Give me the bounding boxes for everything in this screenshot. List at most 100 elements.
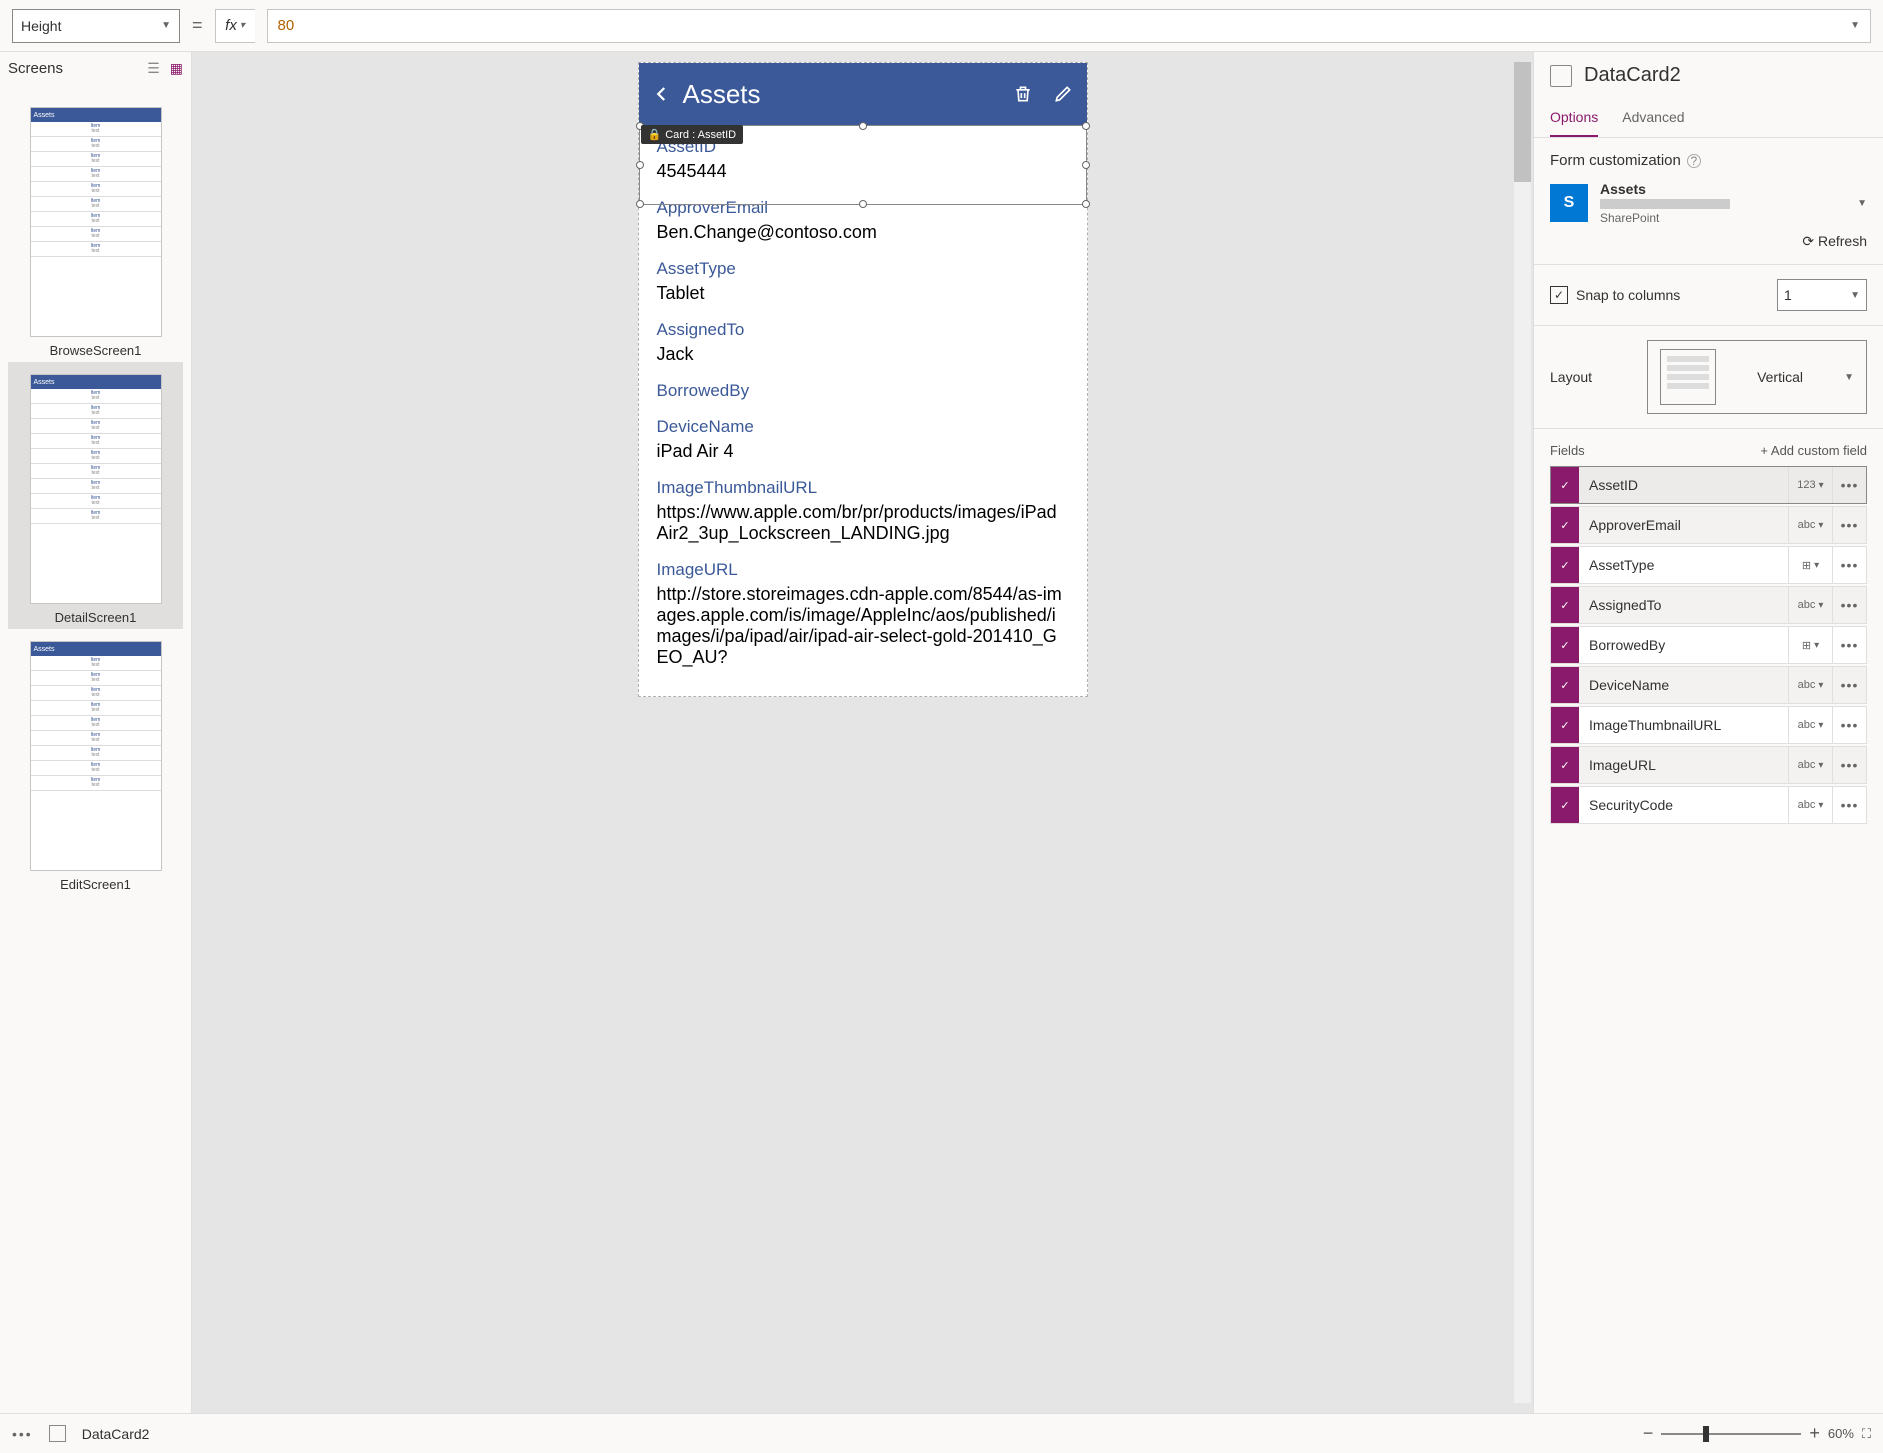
card-tooltip: 🔒 Card : AssetID <box>641 125 744 144</box>
field-type-dropdown[interactable]: ⊞ ▾ <box>1788 547 1832 583</box>
layout-label: Layout <box>1550 369 1592 385</box>
field-type-dropdown[interactable]: abc ▾ <box>1788 587 1832 623</box>
tab-advanced[interactable]: Advanced <box>1622 99 1684 137</box>
breadcrumb[interactable]: DataCard2 <box>82 1426 150 1442</box>
selected-element-name: DataCard2 <box>1584 64 1681 87</box>
zoom-out-button[interactable]: − <box>1643 1423 1654 1444</box>
field-more-button[interactable]: ••• <box>1832 547 1866 583</box>
trash-icon[interactable] <box>1013 83 1033 105</box>
fields-label: Fields <box>1550 443 1585 458</box>
lock-icon: 🔒 <box>648 128 662 141</box>
datasource-type: SharePoint <box>1600 211 1845 225</box>
zoom-in-button[interactable]: + <box>1809 1423 1820 1444</box>
canvas-scrollbar[interactable] <box>1514 62 1531 1403</box>
field-more-button[interactable]: ••• <box>1832 747 1866 783</box>
zoom-control: − + 60% ⛶ <box>1643 1423 1871 1444</box>
screen-thumb-label: DetailScreen1 <box>26 610 165 625</box>
field-checkbox[interactable]: ✓ <box>1551 747 1579 783</box>
field-type-dropdown[interactable]: abc ▾ <box>1788 507 1832 543</box>
field-more-button[interactable]: ••• <box>1832 507 1866 543</box>
field-more-button[interactable]: ••• <box>1832 667 1866 703</box>
refresh-icon: ⟳ <box>1802 233 1814 249</box>
field-row[interactable]: ✓ ImageThumbnailURL abc ▾ ••• <box>1550 706 1867 744</box>
preview-body: AssetID4545444ApproverEmailBen.Change@co… <box>639 125 1087 696</box>
field-more-button[interactable]: ••• <box>1832 787 1866 823</box>
equals-sign: = <box>192 15 203 36</box>
back-icon[interactable] <box>653 85 671 103</box>
field-row[interactable]: ✓ AssetType ⊞ ▾ ••• <box>1550 546 1867 584</box>
field-checkbox[interactable]: ✓ <box>1551 667 1579 703</box>
phone-preview[interactable]: Assets 🔒 Card : AssetID <box>638 62 1088 697</box>
screen-thumb-editscreen1[interactable]: AssetsItemtextItemtextItemtextItemtextIt… <box>8 629 183 896</box>
snap-checkbox[interactable]: ✓ Snap to columns <box>1550 286 1680 304</box>
field-row[interactable]: ✓ ImageURL abc ▾ ••• <box>1550 746 1867 784</box>
field-checkbox[interactable]: ✓ <box>1551 627 1579 663</box>
datasource-url-redacted <box>1600 199 1730 209</box>
preview-field[interactable]: ImageThumbnailURLhttps://www.apple.com/b… <box>657 478 1069 544</box>
datasource-name: Assets <box>1600 181 1845 197</box>
field-more-button[interactable]: ••• <box>1832 627 1866 663</box>
field-type-dropdown[interactable]: ⊞ ▾ <box>1788 627 1832 663</box>
datasource-selector[interactable]: S Assets SharePoint ▼ <box>1550 181 1867 225</box>
field-label: BorrowedBy <box>657 381 1069 401</box>
field-value: Jack <box>657 344 1069 365</box>
tab-options[interactable]: Options <box>1550 99 1598 137</box>
field-checkbox[interactable]: ✓ <box>1551 707 1579 743</box>
field-type-dropdown[interactable]: abc ▾ <box>1788 747 1832 783</box>
field-row[interactable]: ✓ DeviceName abc ▾ ••• <box>1550 666 1867 704</box>
columns-dropdown[interactable]: 1 ▼ <box>1777 279 1867 311</box>
preview-field[interactable]: AssetTypeTablet <box>657 259 1069 304</box>
zoom-value: 60% <box>1828 1426 1854 1441</box>
canvas-area[interactable]: Assets 🔒 Card : AssetID <box>192 52 1533 1413</box>
field-type-dropdown[interactable]: abc ▾ <box>1788 787 1832 823</box>
fit-screen-icon[interactable]: ⛶ <box>1862 1426 1871 1442</box>
preview-field[interactable]: BorrowedBy <box>657 381 1069 401</box>
snap-label: Snap to columns <box>1576 287 1680 303</box>
layout-dropdown[interactable]: Vertical ▼ <box>1647 340 1867 414</box>
field-type-dropdown[interactable]: 123 ▾ <box>1788 467 1832 503</box>
element-checkbox[interactable] <box>1550 65 1572 87</box>
refresh-button[interactable]: ⟳ Refresh <box>1550 233 1867 250</box>
field-value: iPad Air 4 <box>657 441 1069 462</box>
field-row[interactable]: ✓ ApproverEmail abc ▾ ••• <box>1550 506 1867 544</box>
zoom-slider[interactable] <box>1661 1433 1801 1435</box>
field-name: AssetID <box>1579 477 1788 493</box>
field-row[interactable]: ✓ SecurityCode abc ▾ ••• <box>1550 786 1867 824</box>
screen-thumb-label: BrowseScreen1 <box>26 343 165 358</box>
chevron-down-icon: ▼ <box>1850 290 1860 301</box>
field-more-button[interactable]: ••• <box>1832 707 1866 743</box>
more-icon[interactable]: ••• <box>12 1426 33 1442</box>
breadcrumb-checkbox[interactable] <box>49 1425 66 1442</box>
screen-thumb-browsescreen1[interactable]: AssetsItemtextItemtextItemtextItemtextIt… <box>8 95 183 362</box>
field-type-dropdown[interactable]: abc ▾ <box>1788 707 1832 743</box>
preview-field[interactable]: ImageURLhttp://store.storeimages.cdn-app… <box>657 560 1069 668</box>
field-type-dropdown[interactable]: abc ▾ <box>1788 667 1832 703</box>
field-row[interactable]: ✓ AssignedTo abc ▾ ••• <box>1550 586 1867 624</box>
field-label: AssetType <box>657 259 1069 279</box>
field-row[interactable]: ✓ BorrowedBy ⊞ ▾ ••• <box>1550 626 1867 664</box>
field-label: ImageURL <box>657 560 1069 580</box>
field-checkbox[interactable]: ✓ <box>1551 467 1579 503</box>
formula-input[interactable]: 80 ▼ <box>267 9 1871 43</box>
field-checkbox[interactable]: ✓ <box>1551 507 1579 543</box>
list-view-icon[interactable]: ☰ <box>147 60 160 77</box>
fx-button[interactable]: fx ▾ <box>215 9 255 43</box>
preview-field[interactable]: AssignedToJack <box>657 320 1069 365</box>
screen-thumb-detailscreen1[interactable]: AssetsItemtextItemtextItemtextItemtextIt… <box>8 362 183 629</box>
property-dropdown[interactable]: Height ▼ <box>12 9 180 43</box>
field-checkbox[interactable]: ✓ <box>1551 547 1579 583</box>
help-icon[interactable]: ? <box>1687 154 1701 168</box>
field-checkbox[interactable]: ✓ <box>1551 787 1579 823</box>
field-row[interactable]: ✓ AssetID 123 ▾ ••• <box>1550 466 1867 504</box>
grid-view-icon[interactable]: ▦ <box>170 60 183 77</box>
formula-value: 80 <box>278 17 295 34</box>
preview-field[interactable]: DeviceNameiPad Air 4 <box>657 417 1069 462</box>
add-field-button[interactable]: + Add custom field <box>1760 443 1867 458</box>
field-more-button[interactable]: ••• <box>1832 587 1866 623</box>
status-bar: ••• DataCard2 − + 60% ⛶ <box>0 1413 1883 1453</box>
field-checkbox[interactable]: ✓ <box>1551 587 1579 623</box>
field-label: ImageThumbnailURL <box>657 478 1069 498</box>
field-more-button[interactable]: ••• <box>1832 467 1866 503</box>
formula-toolbar: Height ▼ = fx ▾ 80 ▼ <box>0 0 1883 52</box>
edit-icon[interactable] <box>1053 83 1073 105</box>
